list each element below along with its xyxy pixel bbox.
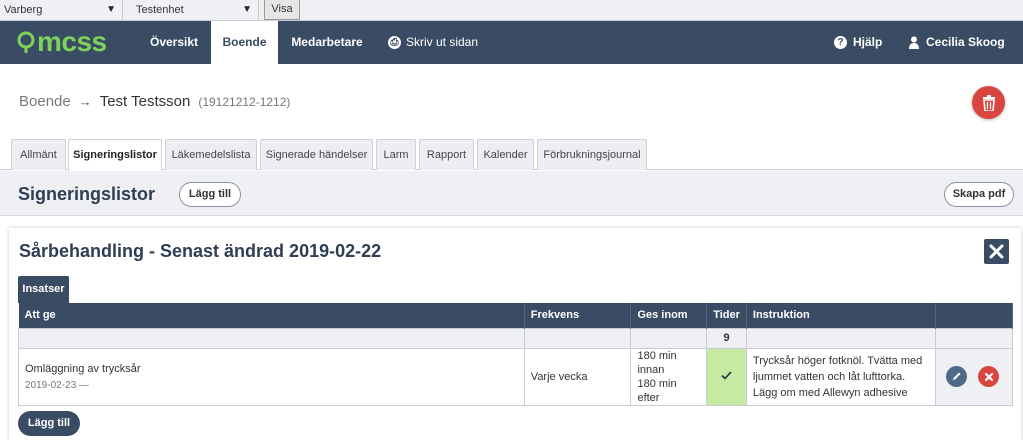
- intervention-name: Omläggning av trycksår: [25, 362, 141, 375]
- interventions-table: Att ge Frekvens Ges inom Tider Instrukti…: [18, 303, 1013, 406]
- context-selector-bar: Varberg ▼ Testenhet ▼ Visa: [0, 0, 1023, 21]
- section-title: Signeringslistor: [18, 184, 156, 204]
- personal-number: (19121212-1212): [198, 95, 291, 109]
- chevron-down-icon: ▼: [106, 4, 116, 15]
- subheader-empty: [935, 327, 1013, 349]
- arrow-right-icon: →: [78, 94, 92, 109]
- nav-oversikt[interactable]: Översikt: [138, 21, 210, 64]
- window-before-value: 180 min: [637, 349, 677, 362]
- subheader-empty: [18, 327, 525, 349]
- cell-ges-inom: 180 min innan 180 min efter: [630, 347, 708, 406]
- cell-att-ge: Omläggning av trycksår 2019-02-23 —: [18, 347, 525, 406]
- user-icon: [909, 36, 919, 49]
- delete-resident-button[interactable]: [972, 86, 1005, 119]
- edit-button[interactable]: [946, 366, 967, 387]
- region-select-value: Varberg: [4, 4, 43, 16]
- col-tider: Tider: [706, 303, 747, 328]
- print-page-link[interactable]: ⎙ Skriv ut sidan: [388, 21, 478, 64]
- subheader-empty: [630, 327, 708, 349]
- nav-boende[interactable]: Boende: [211, 21, 278, 64]
- cell-actions: [935, 347, 1013, 406]
- time-slot-value: 9: [706, 327, 747, 349]
- pencil-icon: [953, 372, 961, 380]
- col-att-ge: Att ge: [18, 303, 525, 328]
- resident-name: Test Testsson: [99, 93, 191, 110]
- cell-frekvens: Varje vecka: [523, 347, 632, 406]
- printer-icon: ⎙: [388, 36, 401, 49]
- col-frekvens: Frekvens: [524, 303, 632, 328]
- nav-medarbetare[interactable]: Medarbetare: [278, 21, 376, 64]
- section-header: Signeringslistor Lägg till Skapa pdf: [0, 171, 1023, 216]
- trash-icon: [982, 94, 995, 111]
- user-name: Cecilia Skoog: [926, 35, 1005, 49]
- close-icon: [984, 372, 993, 381]
- tab-forbrukningsjournal[interactable]: Förbrukningsjournal: [537, 139, 647, 170]
- resident-tabs: Allmänt Signeringslistor Läkemedelslista…: [0, 139, 1023, 171]
- subheader-empty: [745, 327, 937, 349]
- add-intervention-button[interactable]: Lägg till: [18, 411, 80, 436]
- subheader-empty: [523, 327, 632, 349]
- time-slot-cell[interactable]: [706, 347, 747, 406]
- show-button[interactable]: Visa: [264, 0, 300, 20]
- card-title: Sårbehandling - Senast ändrad 2019-02-22: [19, 241, 382, 261]
- tab-signeringslistor[interactable]: Signeringslistor: [68, 139, 162, 171]
- table-row: Omläggning av trycksår 2019-02-23 — Varj…: [18, 347, 1013, 406]
- print-page-label: Skriv ut sidan: [406, 35, 479, 49]
- cell-instruktion: Trycksår höger fotknöl. Tvätta med ljumm…: [745, 347, 937, 406]
- user-menu[interactable]: Cecilia Skoog: [908, 21, 1005, 64]
- tab-rapport[interactable]: Rapport: [419, 139, 474, 170]
- intervention-date: 2019-02-23 —: [25, 379, 89, 391]
- logo-text: mcss: [37, 26, 107, 57]
- table-header-row: Att ge Frekvens Ges inom Tider Instrukti…: [18, 303, 1013, 328]
- unit-select-value: Testenhet: [136, 4, 184, 16]
- col-actions: [935, 303, 1013, 328]
- signing-list-card: Sårbehandling - Senast ändrad 2019-02-22…: [9, 228, 1021, 440]
- times-subheader-row: 9: [18, 327, 1013, 349]
- close-card-button[interactable]: [984, 239, 1009, 264]
- create-pdf-button[interactable]: Skapa pdf: [944, 182, 1014, 207]
- tab-lakemedelslista[interactable]: Läkemedelslista: [165, 139, 257, 170]
- question-icon: ?: [834, 36, 847, 49]
- tab-insatser[interactable]: Insatser: [18, 276, 69, 303]
- unit-select[interactable]: Testenhet ▼: [123, 0, 259, 20]
- breadcrumb: Boende → Test Testsson (19121212-1212): [19, 93, 290, 113]
- help-label: Hjälp: [853, 35, 883, 49]
- tab-larm[interactable]: Larm: [376, 139, 416, 170]
- tab-signerade-handelser[interactable]: Signerade händelser: [260, 139, 373, 170]
- mcss-logo[interactable]: mcss: [16, 26, 107, 57]
- tab-kalender[interactable]: Kalender: [477, 139, 534, 170]
- window-before-label: innan: [637, 363, 665, 376]
- logo-pin-icon: [17, 31, 35, 53]
- window-after: 180 min efter: [637, 377, 677, 404]
- col-instruktion: Instruktion: [746, 303, 937, 328]
- top-navigation: mcss Översikt Boende Medarbetare ⎙ Skriv…: [0, 21, 1023, 64]
- help-link[interactable]: ? Hjälp: [834, 21, 882, 64]
- remove-button[interactable]: [978, 366, 1000, 387]
- col-ges-inom: Ges inom: [630, 303, 708, 328]
- breadcrumb-parent[interactable]: Boende: [19, 93, 71, 110]
- tab-allmant[interactable]: Allmänt: [11, 139, 66, 170]
- chevron-down-icon: ▼: [242, 4, 252, 15]
- close-icon: [989, 244, 1004, 259]
- checkmark-icon: [721, 370, 732, 380]
- add-list-button[interactable]: Lägg till: [179, 182, 241, 207]
- region-select[interactable]: Varberg ▼: [0, 0, 123, 20]
